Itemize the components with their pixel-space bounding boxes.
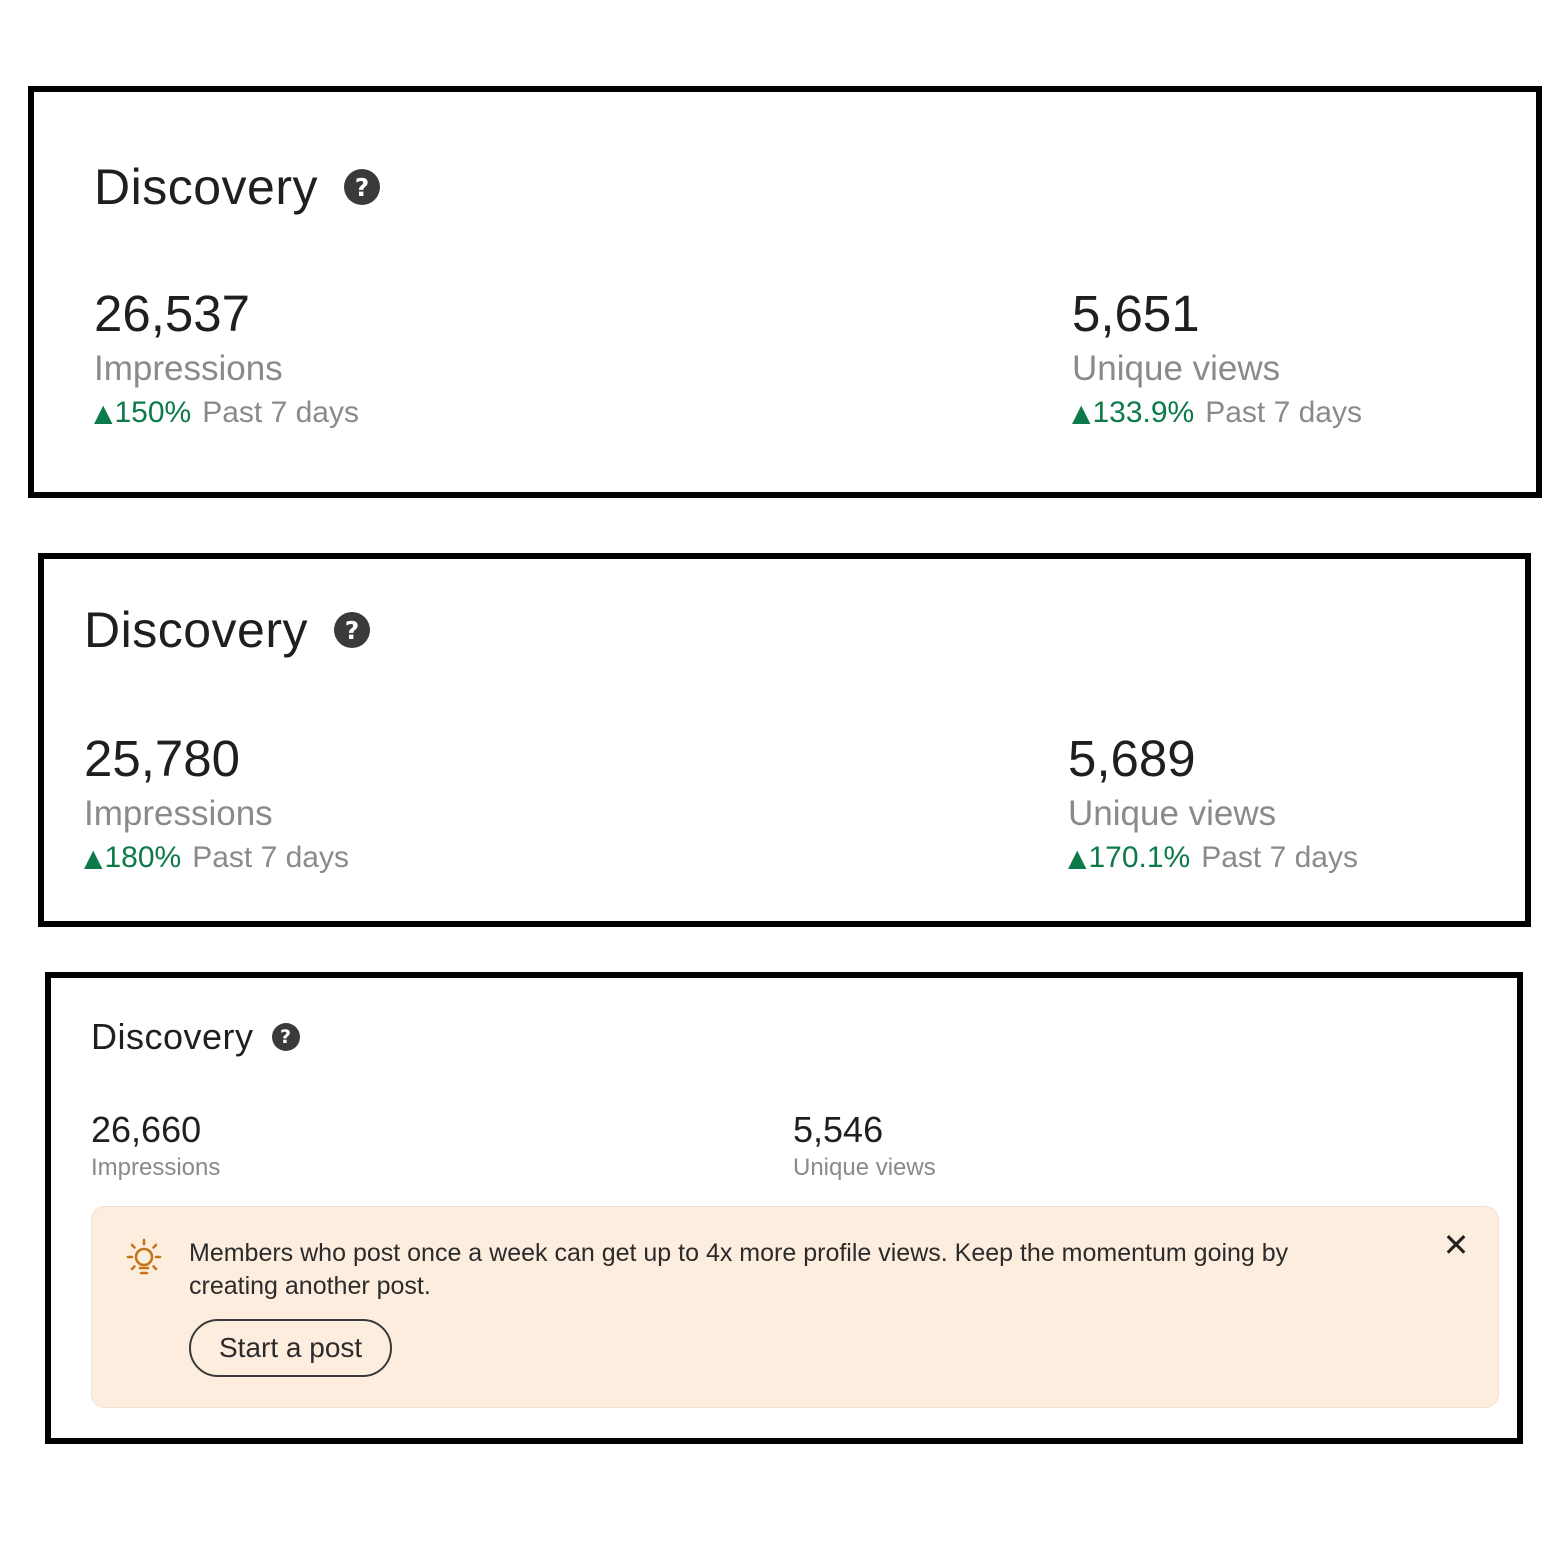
unique-views-value: 5,546 bbox=[793, 1109, 884, 1150]
impressions-metric: 26,660 Impressions bbox=[91, 1112, 220, 1180]
unique-views-change: 170.1% bbox=[1088, 841, 1191, 874]
triangle-up-icon: ▲ bbox=[1072, 399, 1091, 427]
unique-views-change: 133.9% bbox=[1092, 396, 1195, 429]
card-header: Discovery ? bbox=[91, 1016, 300, 1058]
unique-views-metric: 5,689 Unique views ▲ 170.1% Past 7 days bbox=[1068, 733, 1358, 873]
card-title: Discovery bbox=[84, 602, 308, 658]
start-a-post-button[interactable]: Start a post bbox=[189, 1319, 393, 1377]
unique-views-label: Unique views bbox=[1072, 349, 1281, 388]
question-circle-icon[interactable]: ? bbox=[271, 1023, 300, 1051]
impressions-metric: 26,537 Impressions ▲ 150% Past 7 days bbox=[94, 288, 359, 428]
impressions-trend: ▲ 180% Past 7 days bbox=[84, 843, 349, 873]
impressions-metric: 25,780 Impressions ▲ 180% Past 7 days bbox=[84, 733, 349, 873]
discovery-card-2: Discovery ? 25,780 Impressions ▲ 180% Pa… bbox=[38, 553, 1531, 927]
triangle-up-icon: ▲ bbox=[1068, 844, 1087, 872]
impressions-trend: ▲ 150% Past 7 days bbox=[94, 398, 359, 428]
impressions-change: 150% bbox=[114, 396, 192, 429]
impressions-label: Impressions bbox=[94, 349, 283, 388]
impressions-label: Impressions bbox=[84, 794, 273, 833]
unique-views-label: Unique views bbox=[1068, 794, 1277, 833]
discovery-card-1: Discovery ? 26,537 Impressions ▲ 150% Pa… bbox=[28, 86, 1542, 498]
trend-period: Past 7 days bbox=[192, 841, 349, 874]
trend-period: Past 7 days bbox=[1205, 396, 1362, 429]
triangle-up-icon: ▲ bbox=[94, 399, 113, 427]
unique-views-trend: ▲ 133.9% Past 7 days bbox=[1072, 398, 1362, 428]
card-header: Discovery ? bbox=[94, 158, 380, 216]
triangle-up-icon: ▲ bbox=[84, 844, 103, 872]
tip-message: Members who post once a week can get up … bbox=[189, 1239, 1289, 1300]
unique-views-label: Unique views bbox=[793, 1154, 936, 1181]
trend-period: Past 7 days bbox=[202, 396, 359, 429]
card-title: Discovery bbox=[94, 159, 318, 215]
trend-period: Past 7 days bbox=[1201, 841, 1358, 874]
close-icon[interactable]: ✕ bbox=[1438, 1226, 1474, 1264]
impressions-change: 180% bbox=[104, 841, 182, 874]
unique-views-metric: 5,651 Unique views ▲ 133.9% Past 7 days bbox=[1072, 288, 1362, 428]
impressions-value: 26,660 bbox=[91, 1109, 202, 1150]
question-circle-icon[interactable]: ? bbox=[343, 169, 380, 205]
impressions-value: 26,537 bbox=[94, 285, 250, 342]
card-header: Discovery ? bbox=[84, 601, 370, 659]
lightbulb-icon bbox=[126, 1238, 162, 1275]
unique-views-value: 5,689 bbox=[1068, 730, 1196, 787]
impressions-value: 25,780 bbox=[84, 730, 240, 787]
impressions-label: Impressions bbox=[91, 1154, 221, 1181]
unique-views-trend: ▲ 170.1% Past 7 days bbox=[1068, 843, 1358, 873]
unique-views-value: 5,651 bbox=[1072, 285, 1200, 342]
discovery-card-3: Discovery ? 26,660 Impressions 5,546 Uni… bbox=[45, 972, 1523, 1444]
posting-tip-banner: Members who post once a week can get up … bbox=[91, 1206, 1499, 1408]
unique-views-metric: 5,546 Unique views bbox=[793, 1112, 936, 1180]
question-circle-icon[interactable]: ? bbox=[333, 612, 370, 648]
card-title: Discovery bbox=[91, 1016, 254, 1057]
